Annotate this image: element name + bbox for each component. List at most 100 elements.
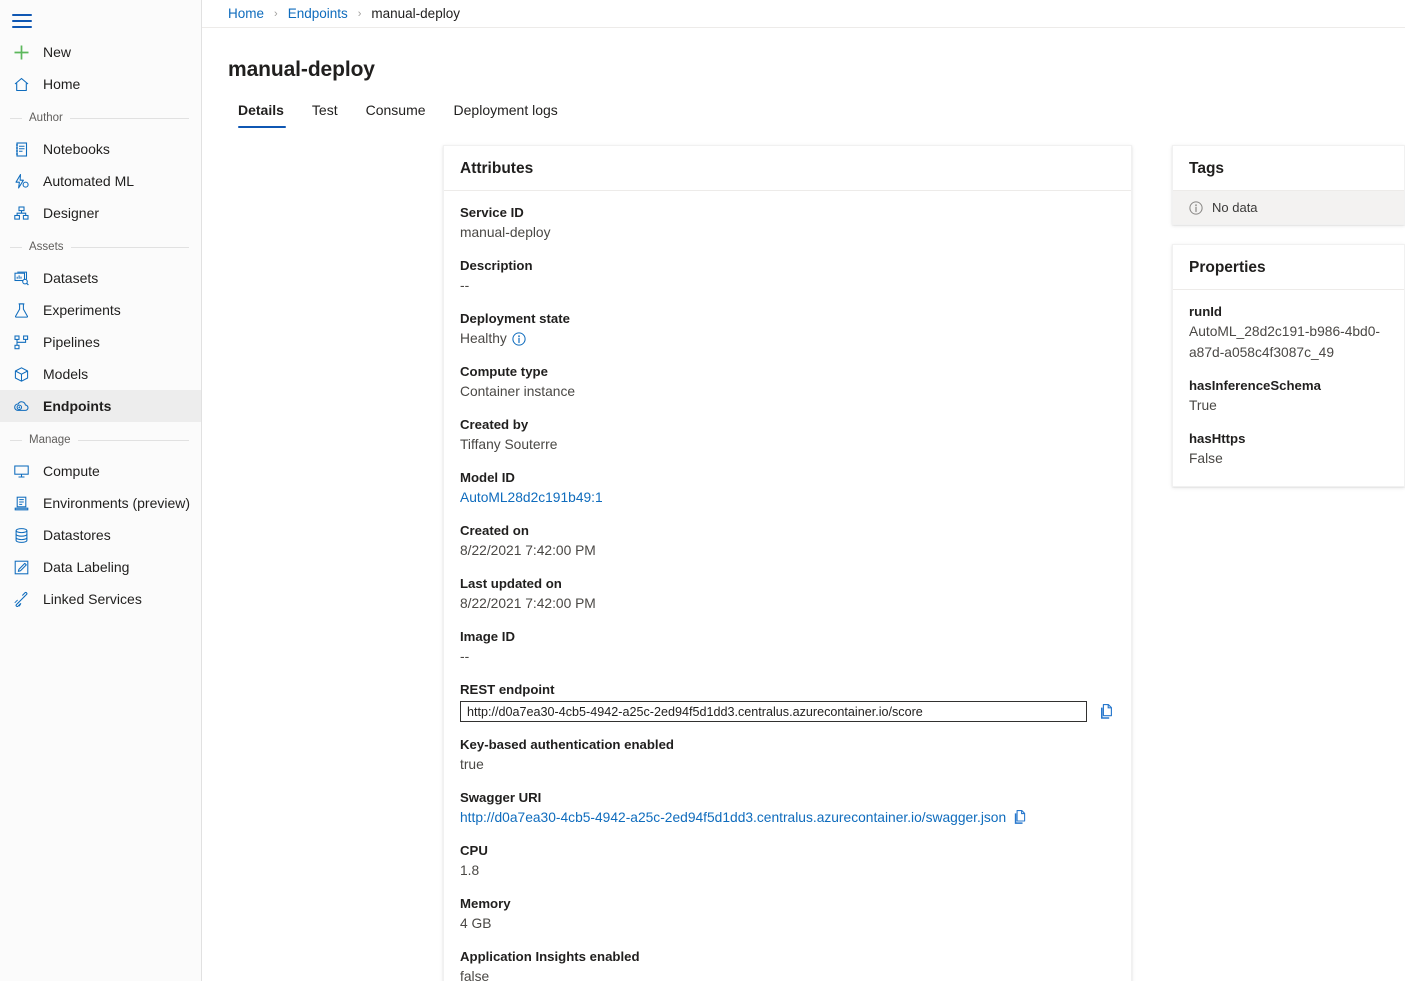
sidebar-item-environments[interactable]: Environments (preview) (0, 487, 201, 519)
linked-services-icon (12, 590, 31, 609)
sidebar-item-models[interactable]: Models (0, 358, 201, 390)
no-data-label: No data (1212, 200, 1258, 215)
sidebar-item-label: Home (43, 76, 80, 92)
data-labeling-icon (12, 558, 31, 577)
designer-icon (12, 204, 31, 223)
sidebar-item-label: Datasets (43, 270, 98, 286)
divider (71, 247, 189, 248)
field-has-https: hasHttps False (1189, 429, 1388, 469)
sidebar-item-label: Automated ML (43, 173, 134, 189)
models-icon (12, 365, 31, 384)
copy-icon (1012, 809, 1028, 826)
tags-card-title: Tags (1173, 146, 1404, 191)
details-content: Attributes Service ID manual-deploy Desc… (202, 128, 1405, 981)
field-value: false (460, 966, 1115, 981)
field-compute-type: Compute type Container instance (460, 362, 1115, 402)
field-key-auth: Key-based authentication enabled true (460, 735, 1115, 775)
home-icon (12, 75, 31, 94)
sidebar-item-experiments[interactable]: Experiments (0, 294, 201, 326)
sidebar: New Home Author Notebooks Automated ML (0, 0, 202, 981)
sidebar-item-designer[interactable]: Designer (0, 197, 201, 229)
copy-swagger-uri-button[interactable] (1012, 809, 1028, 826)
field-label: Last updated on (460, 574, 1115, 593)
field-value: true (460, 754, 1115, 775)
field-value: 4 GB (460, 913, 1115, 934)
swagger-uri-link[interactable]: http://d0a7ea30-4cb5-4942-a25c-2ed94f5d1… (460, 807, 1006, 828)
divider (10, 118, 22, 119)
model-id-link[interactable]: AutoML28d2c191b49:1 (460, 490, 603, 505)
sidebar-item-datasets[interactable]: Datasets (0, 262, 201, 294)
side-panels: Tags No data Properties (1172, 145, 1405, 487)
sidebar-item-endpoints[interactable]: Endpoints (0, 390, 201, 422)
rest-endpoint-input[interactable] (460, 701, 1087, 722)
field-value: True (1189, 395, 1388, 416)
field-label: Service ID (460, 203, 1115, 222)
sidebar-section-label: Manage (29, 434, 71, 446)
page-title: manual-deploy (202, 42, 1405, 82)
tags-no-data: No data (1173, 191, 1404, 224)
attributes-card: Attributes Service ID manual-deploy Desc… (443, 145, 1132, 981)
sidebar-item-label: Experiments (43, 302, 121, 318)
field-value: 8/22/2021 7:42:00 PM (460, 540, 1115, 561)
field-label: Key-based authentication enabled (460, 735, 1115, 754)
compute-icon (12, 462, 31, 481)
field-label: Swagger URI (460, 788, 1115, 807)
sidebar-section-assets: Assets (0, 232, 201, 262)
tab-test[interactable]: Test (298, 96, 352, 128)
sidebar-item-home[interactable]: Home (0, 68, 201, 100)
sidebar-item-data-labeling[interactable]: Data Labeling (0, 551, 201, 583)
automated-ml-icon (12, 172, 31, 191)
sidebar-item-linked-services[interactable]: Linked Services (0, 583, 201, 615)
datasets-icon (12, 269, 31, 288)
sidebar-item-notebooks[interactable]: Notebooks (0, 133, 201, 165)
tab-deployment-logs[interactable]: Deployment logs (440, 96, 572, 128)
field-last-updated-on: Last updated on 8/22/2021 7:42:00 PM (460, 574, 1115, 614)
field-value: 8/22/2021 7:42:00 PM (460, 593, 1115, 614)
field-memory: Memory 4 GB (460, 894, 1115, 934)
breadcrumb-separator-icon: › (358, 8, 362, 20)
field-value: Healthy (460, 328, 507, 349)
sidebar-item-datastores[interactable]: Datastores (0, 519, 201, 551)
breadcrumb-endpoints[interactable]: Endpoints (288, 6, 348, 21)
sidebar-item-pipelines[interactable]: Pipelines (0, 326, 201, 358)
info-icon[interactable] (512, 332, 526, 346)
azure-ml-studio-page: New Home Author Notebooks Automated ML (0, 0, 1405, 981)
field-value-row: Healthy (460, 328, 1115, 349)
tab-consume[interactable]: Consume (352, 96, 440, 128)
divider (10, 440, 22, 441)
field-deployment-state: Deployment state Healthy (460, 309, 1115, 349)
sidebar-item-label: Data Labeling (43, 559, 129, 575)
sidebar-item-automated-ml[interactable]: Automated ML (0, 165, 201, 197)
copy-rest-endpoint-button[interactable] (1098, 703, 1115, 721)
field-label: runId (1189, 302, 1388, 321)
breadcrumb-current: manual-deploy (371, 6, 460, 21)
breadcrumb: Home › Endpoints › manual-deploy (202, 0, 1405, 28)
experiments-icon (12, 301, 31, 320)
field-label: CPU (460, 841, 1115, 860)
field-label: REST endpoint (460, 680, 1115, 699)
sidebar-item-label: New (43, 44, 71, 60)
field-created-on: Created on 8/22/2021 7:42:00 PM (460, 521, 1115, 561)
main-content: Home › Endpoints › manual-deploy manual-… (202, 0, 1405, 981)
breadcrumb-home[interactable]: Home (228, 6, 264, 21)
field-value: -- (460, 275, 1115, 296)
field-run-id: runId AutoML_28d2c191-b986-4bd0-a87d-a05… (1189, 302, 1388, 363)
environments-icon (12, 494, 31, 513)
attributes-card-title: Attributes (444, 146, 1131, 191)
sidebar-item-label: Pipelines (43, 334, 100, 350)
field-label: Application Insights enabled (460, 947, 1115, 966)
field-label: Created on (460, 521, 1115, 540)
field-label: Model ID (460, 468, 1115, 487)
swagger-uri-row: http://d0a7ea30-4cb5-4942-a25c-2ed94f5d1… (460, 807, 1115, 828)
sidebar-item-compute[interactable]: Compute (0, 455, 201, 487)
sidebar-item-label: Models (43, 366, 88, 382)
field-model-id: Model ID AutoML28d2c191b49:1 (460, 468, 1115, 508)
field-rest-endpoint: REST endpoint (460, 680, 1115, 722)
tab-details[interactable]: Details (228, 96, 298, 128)
field-label: Compute type (460, 362, 1115, 381)
endpoints-icon (12, 397, 31, 416)
sidebar-item-new[interactable]: New (0, 36, 201, 68)
sidebar-section-label: Assets (29, 241, 64, 253)
field-swagger-uri: Swagger URI http://d0a7ea30-4cb5-4942-a2… (460, 788, 1115, 828)
hamburger-menu-button[interactable] (0, 6, 201, 36)
